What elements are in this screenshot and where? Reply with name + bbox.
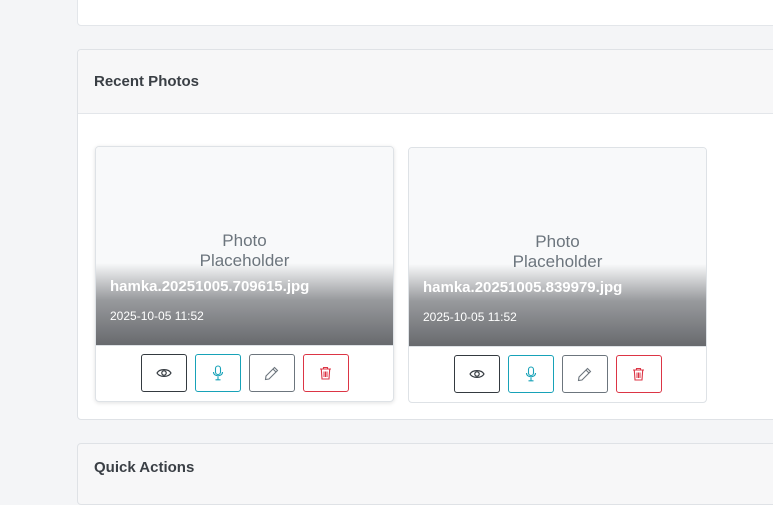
- photo-filename: hamka.20251005.839979.jpg: [423, 279, 623, 296]
- photo-date: 2025-10-05 11:52: [110, 309, 204, 323]
- voice-note-button[interactable]: [194, 354, 241, 392]
- delete-button[interactable]: [302, 354, 349, 392]
- quick-actions-title: Quick Actions: [94, 459, 195, 476]
- recent-photos-title: Recent Photos: [94, 73, 200, 90]
- photo-card: Photo Placeholder hamka.20251005.839979.…: [408, 147, 707, 403]
- edit-button[interactable]: [561, 355, 608, 393]
- view-button[interactable]: [453, 355, 500, 393]
- recent-photos-panel: Recent Photos Photo Placeholder hamka.20…: [77, 49, 773, 420]
- microphone-icon: [212, 365, 223, 381]
- recent-photos-header: Recent Photos: [78, 50, 773, 114]
- photo-card: Photo Placeholder hamka.20251005.709615.…: [95, 146, 394, 402]
- trash-icon: [320, 366, 331, 380]
- photo-date: 2025-10-05 11:52: [423, 310, 517, 324]
- edit-button[interactable]: [248, 354, 295, 392]
- photo-caption-overlay: [96, 263, 393, 345]
- eye-icon: [468, 370, 485, 378]
- view-button[interactable]: [140, 354, 187, 392]
- trash-icon: [633, 367, 644, 381]
- voice-note-button[interactable]: [507, 355, 554, 393]
- photo-thumbnail[interactable]: Photo Placeholder hamka.20251005.709615.…: [96, 147, 393, 346]
- previous-card: [77, 0, 773, 26]
- delete-button[interactable]: [615, 355, 662, 393]
- photo-actions: [409, 355, 706, 393]
- photo-actions: [96, 354, 393, 392]
- microphone-icon: [525, 366, 536, 382]
- pencil-icon: [264, 366, 279, 380]
- photo-filename: hamka.20251005.709615.jpg: [110, 278, 310, 295]
- quick-actions-panel: Quick Actions: [77, 443, 773, 505]
- pencil-icon: [577, 367, 592, 381]
- photo-caption-overlay: [409, 264, 706, 346]
- photo-thumbnail[interactable]: Photo Placeholder hamka.20251005.839979.…: [409, 148, 706, 347]
- eye-icon: [155, 369, 172, 377]
